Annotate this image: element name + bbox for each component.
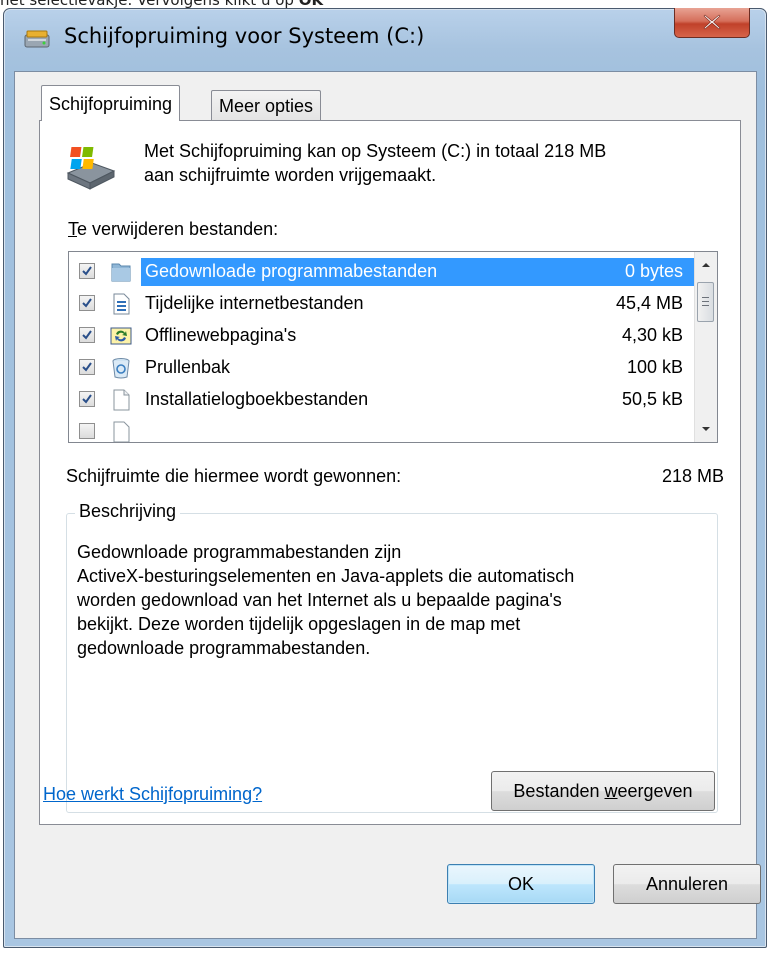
item-checkbox[interactable] [79,423,95,439]
help-link[interactable]: Hoe werkt Schijfopruiming? [43,784,262,805]
list-item-partial[interactable] [69,416,697,442]
blank-file-icon [113,421,130,442]
list-item[interactable]: Tijdelijke internetbestanden 45,4 MB [69,288,697,320]
description-text: Gedownloade programmabestanden zijn Acti… [77,540,697,660]
dialog-window: Schijfopruiming voor Systeem (C:) Schijf… [3,8,767,948]
close-button[interactable] [674,8,750,38]
description-group: Beschrijving Gedownloade programmabestan… [66,501,718,813]
item-size: 4,30 kB [621,325,683,345]
item-size: 100 kB [626,357,683,377]
item-name: Prullenbak [145,357,231,377]
tab-more-options[interactable]: Meer opties [211,90,322,122]
offline-sync-icon [110,327,132,345]
scroll-up-icon[interactable] [701,260,711,270]
view-files-button[interactable]: Bestanden weergeven [491,771,715,811]
drive-cleanup-icon [66,147,116,190]
item-checkbox[interactable] [79,327,95,343]
item-checkbox[interactable] [79,263,95,279]
files-label-accel: T [68,219,77,239]
item-name: Tijdelijke internetbestanden [145,293,364,313]
intro-text: Met Schijfopruiming kan op Systeem (C:) … [144,139,724,187]
files-list[interactable]: Gedownloade programmabestanden 0 bytes T… [68,251,718,443]
item-size: 50,5 kB [621,389,683,409]
intro-line-1: Met Schijfopruiming kan op Systeem (C:) … [144,141,607,161]
ok-button[interactable]: OK [447,864,595,904]
description-line: gedownloade programmabestanden. [77,638,371,658]
dialog-client-area: Schijfopruiming Meer opties Met Schijfop… [14,71,761,939]
space-gain-label: Schijfruimte die hiermee wordt gewonnen: [66,466,402,486]
item-checkbox[interactable] [79,359,95,375]
intro-line-2: aan schijfruimte worden vrijgemaakt. [144,165,437,185]
list-item[interactable]: Gedownloade programmabestanden 0 bytes [69,256,697,288]
item-name: Gedownloade programmabestanden [145,261,438,281]
document-icon [113,293,130,315]
view-files-label-accel: w [604,781,618,801]
item-name: Offlinewebpagina's [145,325,297,345]
item-size: 0 bytes [624,261,683,281]
item-checkbox[interactable] [79,295,95,311]
list-item[interactable]: Installatielogboekbestanden 50,5 kB [69,384,697,416]
list-scrollbar[interactable] [694,252,717,442]
scroll-down-icon[interactable] [701,424,711,434]
disk-cleanup-icon [24,30,50,48]
cancel-button[interactable]: Annuleren [613,864,761,904]
scroll-thumb[interactable] [697,282,714,322]
tab-disk-cleanup[interactable]: Schijfopruiming [41,85,181,121]
item-size: 45,4 MB [615,293,683,313]
view-files-label-post: eergeven [617,781,693,801]
blank-file-icon [113,389,130,411]
checkmark-icon [82,298,92,308]
description-legend: Beschrijving [75,501,181,522]
list-item[interactable]: Prullenbak 100 kB [69,352,697,384]
close-x-icon [703,14,721,30]
view-files-label-pre: Bestanden [513,781,605,801]
item-name: Installatielogboekbestanden [145,389,369,409]
item-checkbox[interactable] [79,391,95,407]
list-item[interactable]: Offlinewebpagina's 4,30 kB [69,320,697,352]
description-line: ActiveX-besturingselementen en Java-appl… [77,566,575,586]
space-gain-value: 218 MB [661,466,724,486]
title-bar[interactable]: Schijfopruiming voor Systeem (C:) [4,8,766,67]
checkmark-icon [82,330,92,340]
window-title: Schijfopruiming voor Systeem (C:) [64,24,425,48]
tab-panel: Met Schijfopruiming kan op Systeem (C:) … [39,120,741,825]
checkmark-icon [82,394,92,404]
checkmark-icon [82,362,92,372]
folder-icon [111,263,131,282]
description-line: bekijkt. Deze worden tijdelijk opgeslage… [77,614,521,634]
checkmark-icon [82,266,92,276]
files-label-rest: e verwijderen bestanden: [77,219,279,239]
files-label: Te verwijderen bestanden: [68,219,278,240]
recycle-bin-icon [112,358,130,379]
description-line: worden gedownload van het Internet als u… [77,590,562,610]
description-line: Gedownloade programmabestanden zijn [77,542,402,562]
